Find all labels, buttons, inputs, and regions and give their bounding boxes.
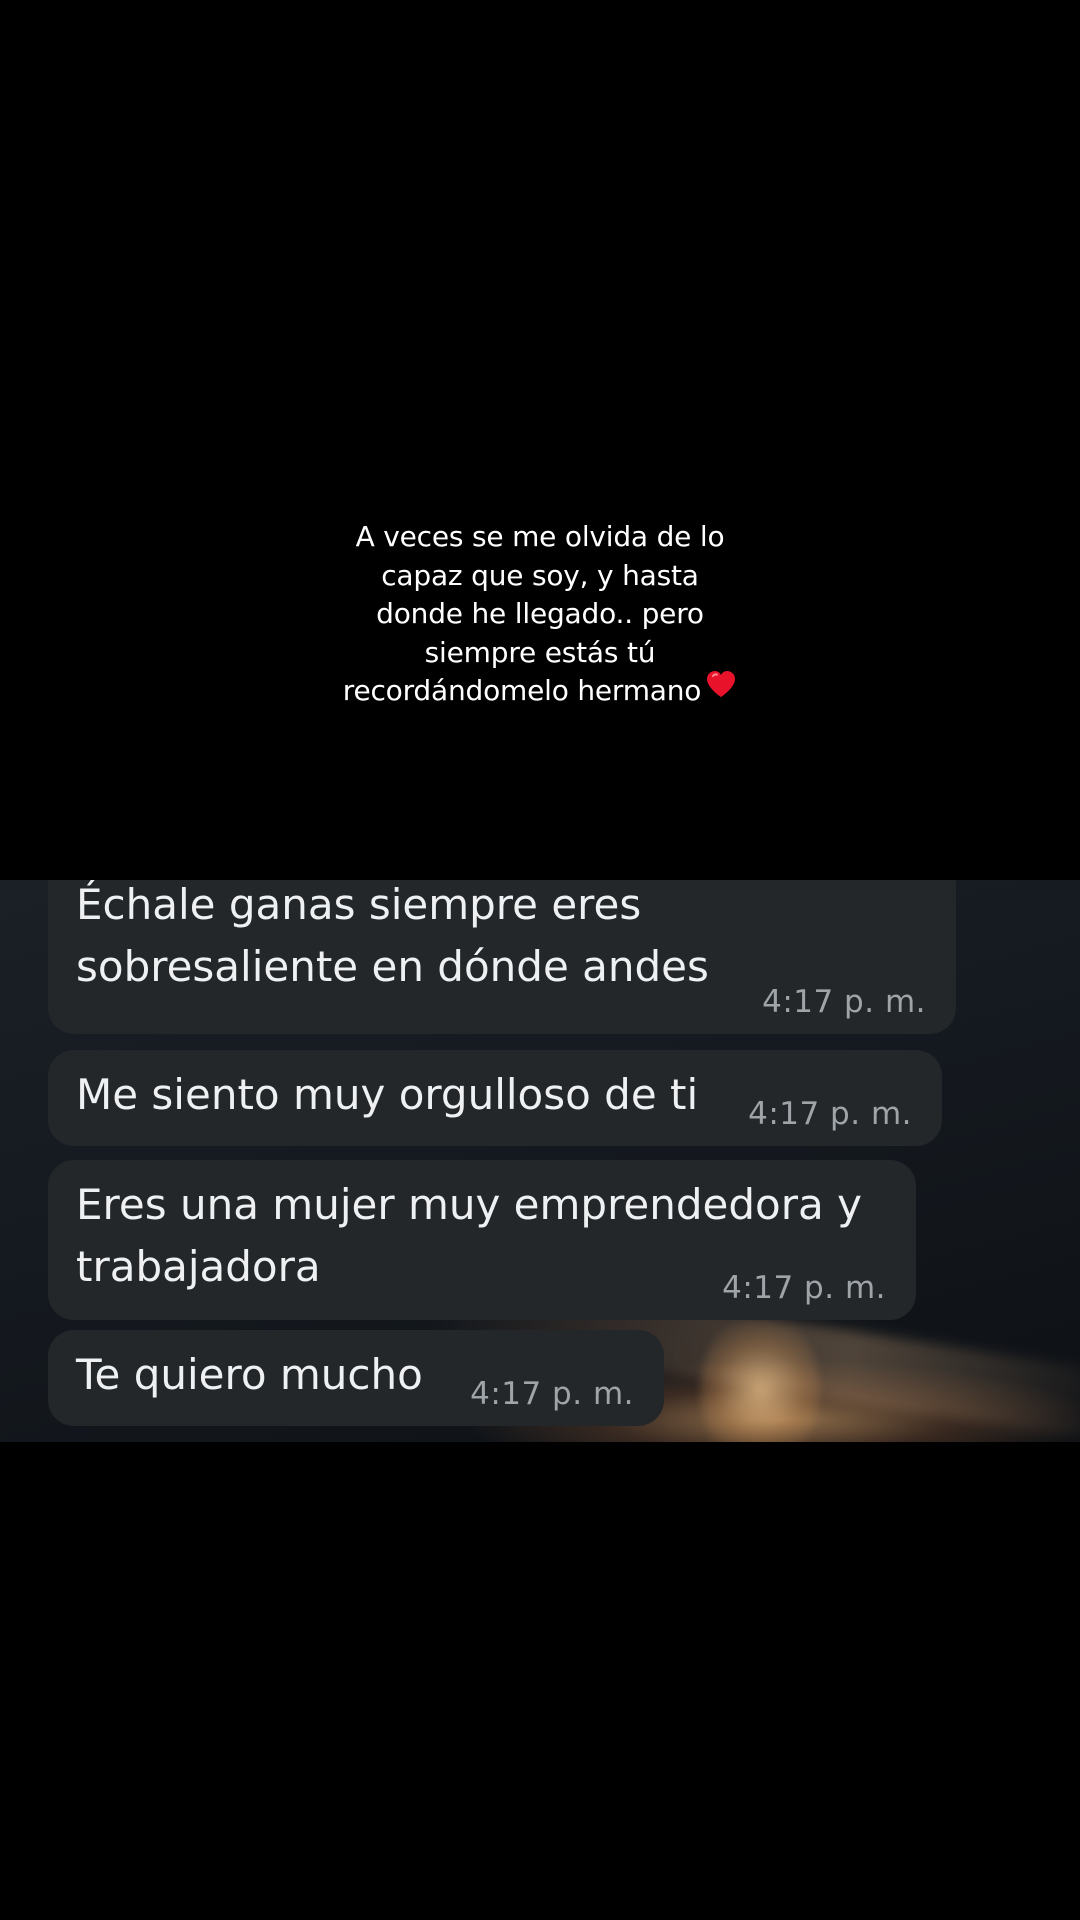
- heart-icon: [705, 669, 737, 710]
- message-timestamp: 4:17 p. m.: [748, 1096, 912, 1132]
- caption-line: donde he llegado.. pero: [376, 597, 704, 630]
- message-bubble[interactable]: Me siento muy orgulloso de ti 4:17 p. m.: [48, 1050, 942, 1146]
- video-caption: A veces se me olvida de lo capaz que soy…: [290, 518, 790, 711]
- message-bubble[interactable]: Eres una mujer muy emprendedora y trabaj…: [48, 1160, 916, 1320]
- caption-line: A veces se me olvida de lo: [355, 520, 725, 553]
- message-text: Échale ganas siempre eres sobresaliente …: [76, 880, 709, 991]
- message-timestamp: 4:17 p. m.: [762, 984, 926, 1020]
- message-timestamp: 4:17 p. m.: [470, 1376, 634, 1412]
- message-bubble[interactable]: Te quiero mucho 4:17 p. m.: [48, 1330, 664, 1426]
- caption-line: capaz que soy, y hasta: [381, 558, 699, 592]
- message-bubble[interactable]: Échale ganas siempre eres sobresaliente …: [48, 880, 956, 1034]
- caption-line-text: recordándomelo hermano: [342, 674, 702, 707]
- caption-line: siempre estás tú: [424, 635, 656, 669]
- caption-line-last: recordándomelo hermano: [290, 669, 790, 711]
- message-timestamp: 4:17 p. m.: [722, 1270, 886, 1306]
- chat-screenshot: Échale ganas siempre eres sobresaliente …: [0, 880, 1080, 1442]
